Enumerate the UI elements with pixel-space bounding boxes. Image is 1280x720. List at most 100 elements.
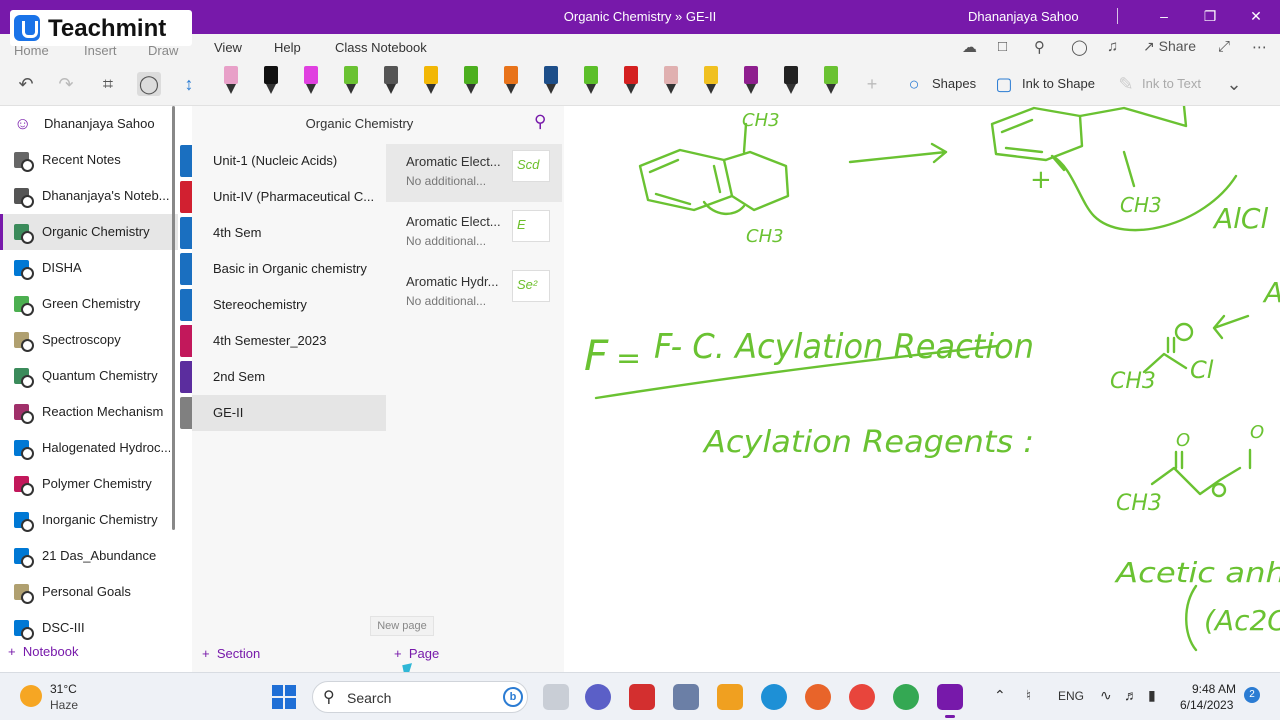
pen-10[interactable]	[584, 66, 598, 96]
section-item[interactable]: Unit-1 (Nucleic Acids)	[180, 143, 386, 179]
firefox-icon[interactable]	[805, 684, 831, 710]
weather-icon[interactable]	[20, 685, 42, 707]
section-item[interactable]: Stereochemistry	[180, 287, 386, 323]
notebook-item[interactable]: Personal Goals	[0, 574, 178, 610]
tab-view[interactable]: View	[214, 40, 242, 55]
pen-11[interactable]	[624, 66, 638, 96]
bell-icon[interactable]: ♫	[1107, 38, 1118, 55]
notebook-item[interactable]: Inorganic Chemistry	[0, 502, 178, 538]
pen-3[interactable]	[304, 66, 318, 96]
notebook-item[interactable]: DISHA	[0, 250, 178, 286]
pen-12[interactable]	[664, 66, 678, 96]
section-item[interactable]: 4th Sem	[180, 215, 386, 251]
chevron-down-icon[interactable]: ⌄	[1222, 72, 1246, 96]
language-indicator[interactable]: ENG	[1058, 689, 1084, 703]
ink-drawing[interactable]: F = F- C. Acylation Reaction Acylation R…	[564, 106, 1280, 672]
weather-temperature[interactable]: 31°C	[50, 682, 77, 696]
pen-4[interactable]	[344, 66, 358, 96]
notebook-item[interactable]: Reaction Mechanism	[0, 394, 178, 430]
onenote-icon[interactable]	[937, 684, 963, 718]
notification-badge[interactable]: 2	[1244, 687, 1260, 703]
section-item[interactable]: GE-II	[180, 395, 386, 431]
notebook-item[interactable]: Organic Chemistry	[0, 214, 178, 250]
pen-6[interactable]	[424, 66, 438, 96]
notebook-item[interactable]: DSC-III	[0, 610, 178, 646]
calculator-icon[interactable]	[673, 684, 699, 710]
page-item[interactable]: Aromatic Elect... No additional... Scd	[386, 144, 562, 202]
pen-5[interactable]	[384, 66, 398, 96]
notebook-owner[interactable]: Dhananjaya Sahoo	[44, 116, 155, 131]
minimize-icon[interactable]: –	[1154, 6, 1174, 26]
notebook-item[interactable]: Recent Notes	[0, 142, 178, 178]
pen-1[interactable]	[224, 66, 238, 96]
restore-icon[interactable]: ❐	[1200, 6, 1220, 26]
notebook-item[interactable]: Green Chemistry	[0, 286, 178, 322]
search-icon[interactable]: ⚲	[534, 112, 554, 132]
battery-icon[interactable]: ▮	[1148, 687, 1156, 704]
microphone-icon[interactable]: ♮	[1026, 687, 1031, 704]
edge-icon[interactable]	[761, 684, 787, 710]
signed-in-user[interactable]: Dhananjaya Sahoo	[968, 9, 1079, 24]
close-icon[interactable]: ✕	[1246, 6, 1266, 26]
section-item[interactable]: Basic in Organic chemistry	[180, 251, 386, 287]
wifi-icon[interactable]: ∿	[1100, 687, 1112, 704]
ink-to-shape-icon[interactable]: ▢	[992, 72, 1016, 96]
add-space-icon[interactable]: ↕	[177, 72, 201, 96]
shapes-button[interactable]: Shapes	[932, 76, 976, 91]
pen-15[interactable]	[784, 66, 798, 96]
pen-9[interactable]	[544, 66, 558, 96]
page-item[interactable]: Aromatic Hydr... No additional... Se²	[386, 264, 562, 322]
sync-icon[interactable]: ☁	[962, 38, 977, 56]
section-item[interactable]: 4th Semester_2023	[180, 323, 386, 359]
lasso-select-icon[interactable]: ◯	[137, 72, 161, 96]
share-button[interactable]: ↗ Share	[1143, 38, 1196, 55]
acrobat-icon[interactable]	[629, 684, 655, 710]
tab-class-notebook[interactable]: Class Notebook	[335, 40, 427, 55]
notebook-item[interactable]: Spectroscopy	[0, 322, 178, 358]
page-canvas[interactable]: F = F- C. Acylation Reaction Acylation R…	[564, 106, 1280, 672]
tab-help[interactable]: Help	[274, 40, 301, 55]
store-icon[interactable]	[717, 684, 743, 710]
pen-8[interactable]	[504, 66, 518, 96]
section-item[interactable]: Unit-IV (Pharmaceutical C...	[180, 179, 386, 215]
taskbar-search[interactable]: ⚲ Search b	[312, 681, 528, 713]
weather-description[interactable]: Haze	[50, 698, 78, 712]
teams-icon[interactable]	[585, 684, 611, 710]
chrome-profile-icon[interactable]	[893, 684, 919, 710]
pen-14[interactable]	[744, 66, 758, 96]
pen-2[interactable]	[264, 66, 278, 96]
pen-16[interactable]	[824, 66, 838, 96]
task-view-icon[interactable]	[543, 684, 569, 710]
select-text-icon[interactable]: ⌗	[96, 72, 120, 96]
pages-icon[interactable]: □	[998, 38, 1007, 55]
chevron-up-icon[interactable]: ⌃	[994, 687, 1006, 704]
shapes-icon[interactable]: ○	[902, 72, 926, 96]
volume-icon[interactable]: ♬	[1124, 687, 1138, 703]
clock-time[interactable]: 9:48 AM	[1192, 682, 1236, 696]
pen-13[interactable]	[704, 66, 718, 96]
search-icon[interactable]: ⚲	[1034, 38, 1045, 56]
add-page-button[interactable]: + Page	[394, 646, 439, 661]
fullscreen-icon[interactable]: ⤢	[1218, 38, 1230, 55]
notebook-scrollbar[interactable]	[172, 106, 175, 530]
notebook-item[interactable]: Halogenated Hydroc...	[0, 430, 178, 466]
notebook-item[interactable]: 21 Das_Abundance	[0, 538, 178, 574]
notebook-item[interactable]: Quantum Chemistry	[0, 358, 178, 394]
bing-icon[interactable]: b	[503, 687, 523, 707]
pen-7[interactable]	[464, 66, 478, 96]
add-pen-icon[interactable]: +	[860, 72, 884, 96]
undo-icon[interactable]: ↶	[14, 72, 38, 96]
more-options-icon[interactable]: ⋯	[1252, 38, 1267, 56]
clock-date[interactable]: 6/14/2023	[1180, 698, 1233, 712]
notebook-item[interactable]: Polymer Chemistry	[0, 466, 178, 502]
lightbulb-icon[interactable]: ◯	[1071, 38, 1088, 56]
start-button[interactable]	[272, 685, 296, 709]
add-section-button[interactable]: + Section	[202, 646, 260, 661]
page-item[interactable]: Aromatic Elect... No additional... E	[386, 204, 562, 262]
notebook-item[interactable]: Dhananjaya's Noteb...	[0, 178, 178, 214]
section-item[interactable]: 2nd Sem	[180, 359, 386, 395]
chrome-icon[interactable]	[849, 684, 875, 710]
redo-icon[interactable]: ↷	[54, 72, 78, 96]
add-notebook-button[interactable]: + Notebook	[8, 644, 78, 659]
ink-to-shape-button[interactable]: Ink to Shape	[1022, 76, 1095, 91]
